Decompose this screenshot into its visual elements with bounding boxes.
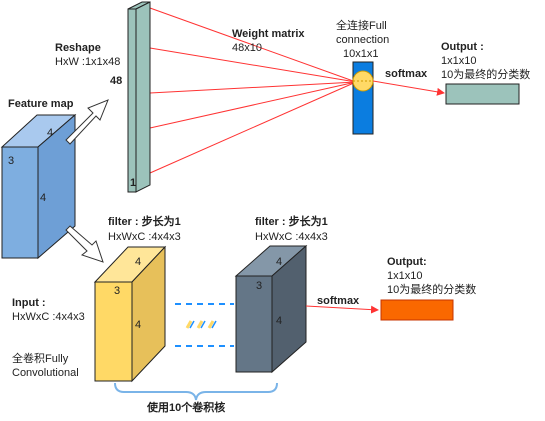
weight-line [149,81,357,174]
feature-map-top-num: 4 [47,127,54,139]
output-bottom-title: Output: [387,256,427,268]
filter-yellow-cube [93,245,167,383]
feature-map-center-num: 4 [40,192,47,204]
filter-right-formula: HxWxC :4x4x3 [255,231,328,243]
fully-conv-line2: Convolutional [12,367,79,379]
feature-map-cube [0,113,77,260]
stripes-icon [185,320,217,329]
weight-matrix-title: Weight matrix [232,28,305,40]
output-top-bar [445,83,520,105]
filter-right-top-num: 4 [276,256,283,268]
filter-right-center-num: 4 [276,315,283,327]
weight-matrix-size: 48x10 [232,42,262,54]
softmax-top: softmax [385,68,428,80]
input-formula: HxWxC :4x4x3 [12,311,85,323]
output-top-title: Output : [441,41,484,53]
weight-line [149,81,357,94]
reshape-bottom-label: 1 [130,177,137,189]
output-bottom-bar [380,299,454,321]
output-top-desc: 10为最终的分类数 [441,69,531,81]
filter-left-title: filter : 步长为1 [108,216,181,228]
filter-left-top-num: 4 [135,256,142,268]
filter-left-formula: HxWxC :4x4x3 [108,231,181,243]
kernel-note: 使用10个卷积核 [147,402,226,414]
filter-left-center-num: 4 [135,319,142,331]
fc-to-output-arrow [372,80,445,96]
fully-conv-line1: 全卷积Fully [12,353,69,365]
input-title: Input : [12,297,46,309]
output-top-size: 1x1x10 [441,55,477,67]
fc-size: 10x1x1 [343,48,379,60]
filter-dark-cube [234,244,308,374]
output-bottom-size: 1x1x10 [387,270,423,282]
white-arrow-down [65,225,104,263]
reshape-top-label: 48 [110,75,123,87]
reshape-bar [127,1,151,193]
weight-line [149,81,357,129]
reshape-title: Reshape [55,42,101,54]
reshape-formula: HxW :1x1x48 [55,56,121,68]
filter-right-title: filter : 步长为1 [255,216,328,228]
softmax-bottom: softmax [317,295,360,307]
feature-map-left-num: 3 [8,155,15,167]
output-bottom-desc: 10为最终的分类数 [387,284,477,296]
fc-line2: connection [336,34,390,46]
fc-box [352,61,374,135]
filter-left-side-num: 3 [114,285,121,297]
feature-map-title: Feature map [8,98,74,110]
fc-line1: 全连接Full [336,20,387,32]
filter-right-side-num: 3 [256,280,263,292]
dashed-connectors [175,303,234,347]
kernel-brace [114,382,278,401]
